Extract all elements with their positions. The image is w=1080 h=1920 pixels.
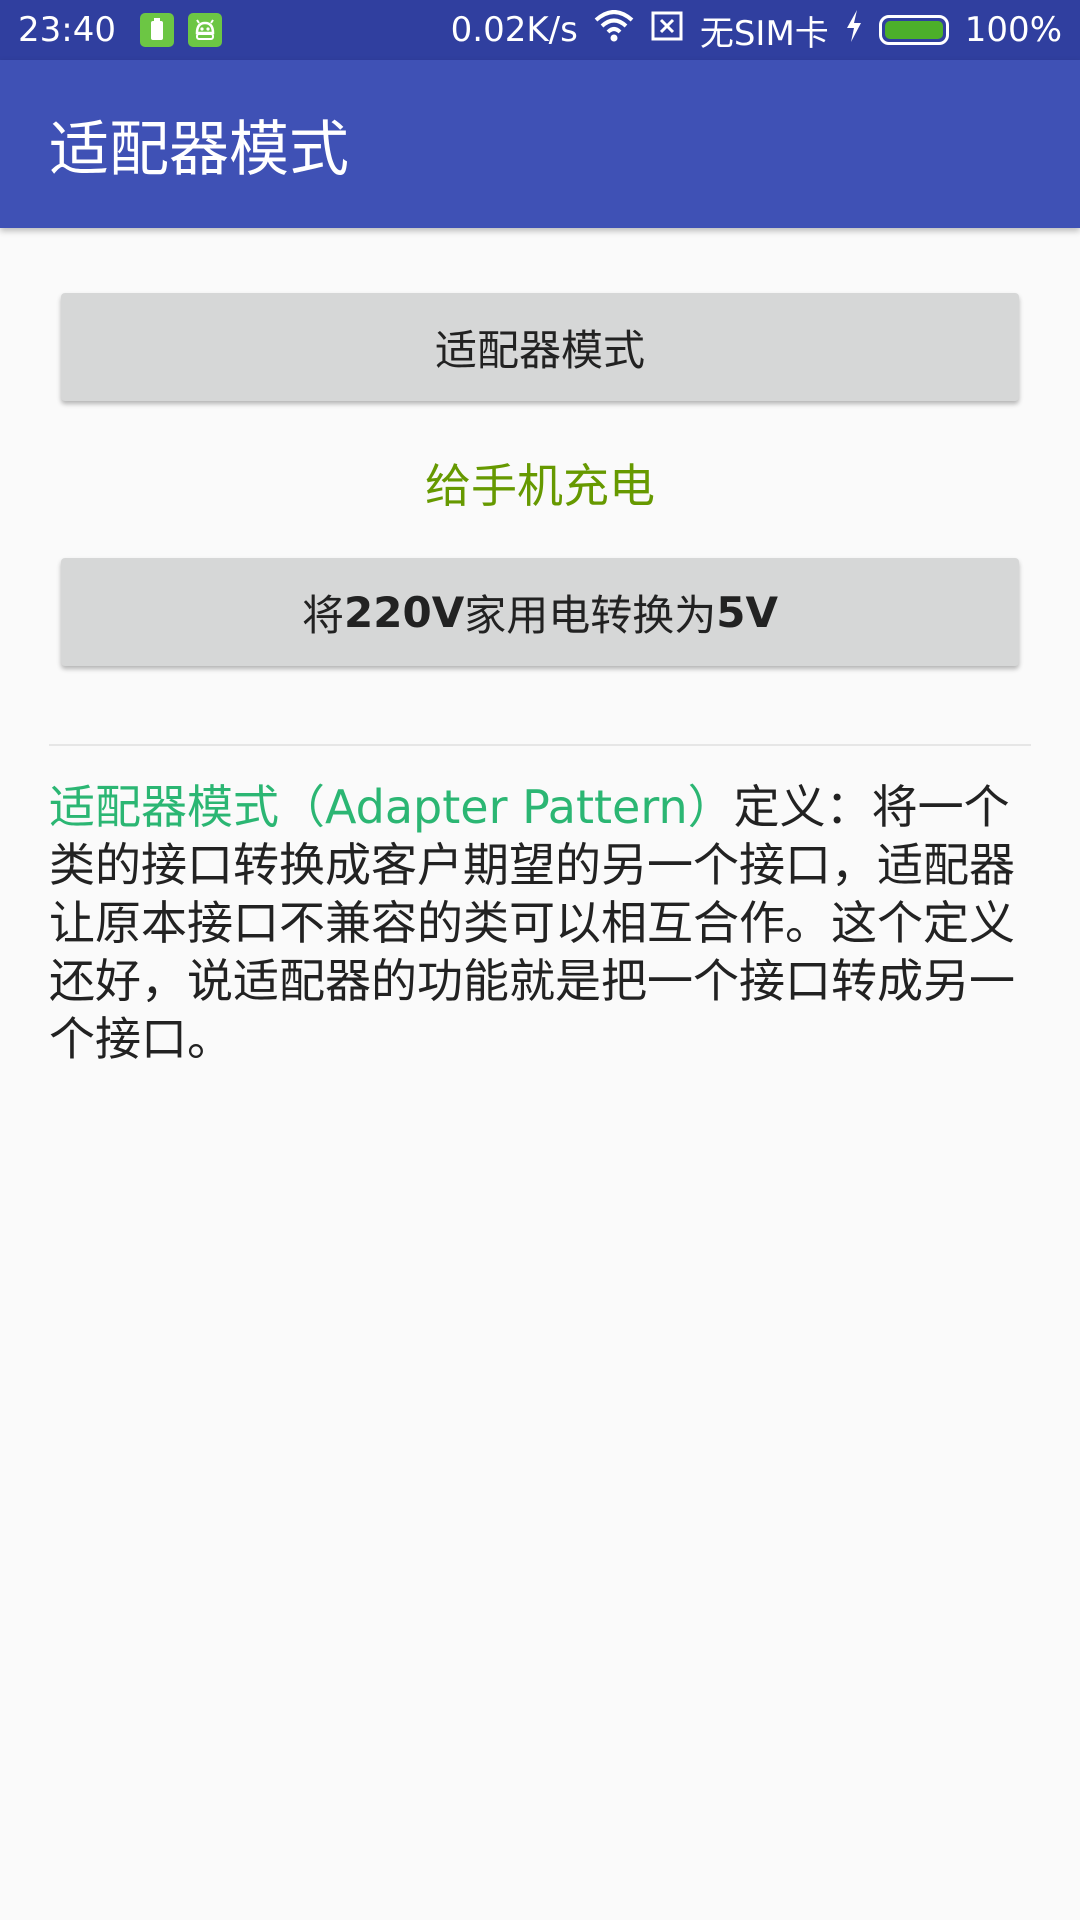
convert-button-prefix: 将 xyxy=(302,590,345,640)
adapter-pattern-button-label: 适配器模式 xyxy=(434,325,645,375)
description-text: 适配器模式（Adapter Pattern）定义：将一个类的接口转换成客户期望的… xyxy=(49,778,1031,1068)
convert-voltage-button[interactable]: 将 220V 家用电转换为 5V xyxy=(61,558,1019,666)
description-highlight: 适配器模式（Adapter Pattern） xyxy=(49,780,734,834)
divider xyxy=(49,744,1031,746)
sim-status-text: 无SIM卡 xyxy=(699,13,829,54)
app-title: 适配器模式 xyxy=(49,114,349,185)
status-bar: 23:40 0.02K/s 无SIM卡 100% xyxy=(0,0,1080,60)
android-notification-icon xyxy=(187,13,222,47)
app-bar: 适配器模式 xyxy=(0,60,1080,228)
wifi-icon xyxy=(594,9,634,51)
battery-percent: 100% xyxy=(964,10,1062,50)
status-left: 23:40 xyxy=(18,10,236,50)
network-speed: 0.02K/s xyxy=(450,10,578,50)
status-time: 23:40 xyxy=(18,10,116,50)
no-sim-icon xyxy=(650,10,684,51)
charge-phone-text: 给手机充电 xyxy=(425,459,655,513)
convert-button-voltage-to: 5V xyxy=(716,587,778,637)
battery-notification-icon xyxy=(139,13,174,47)
adapter-pattern-button[interactable]: 适配器模式 xyxy=(61,293,1019,401)
status-right: 0.02K/s 无SIM卡 100% xyxy=(435,6,1062,55)
battery-fill xyxy=(884,21,943,39)
charging-bolt-icon xyxy=(845,9,863,51)
convert-button-middle: 家用电转换为 xyxy=(464,590,717,640)
convert-button-voltage-from: 220V xyxy=(344,587,465,637)
battery-icon xyxy=(878,15,949,45)
